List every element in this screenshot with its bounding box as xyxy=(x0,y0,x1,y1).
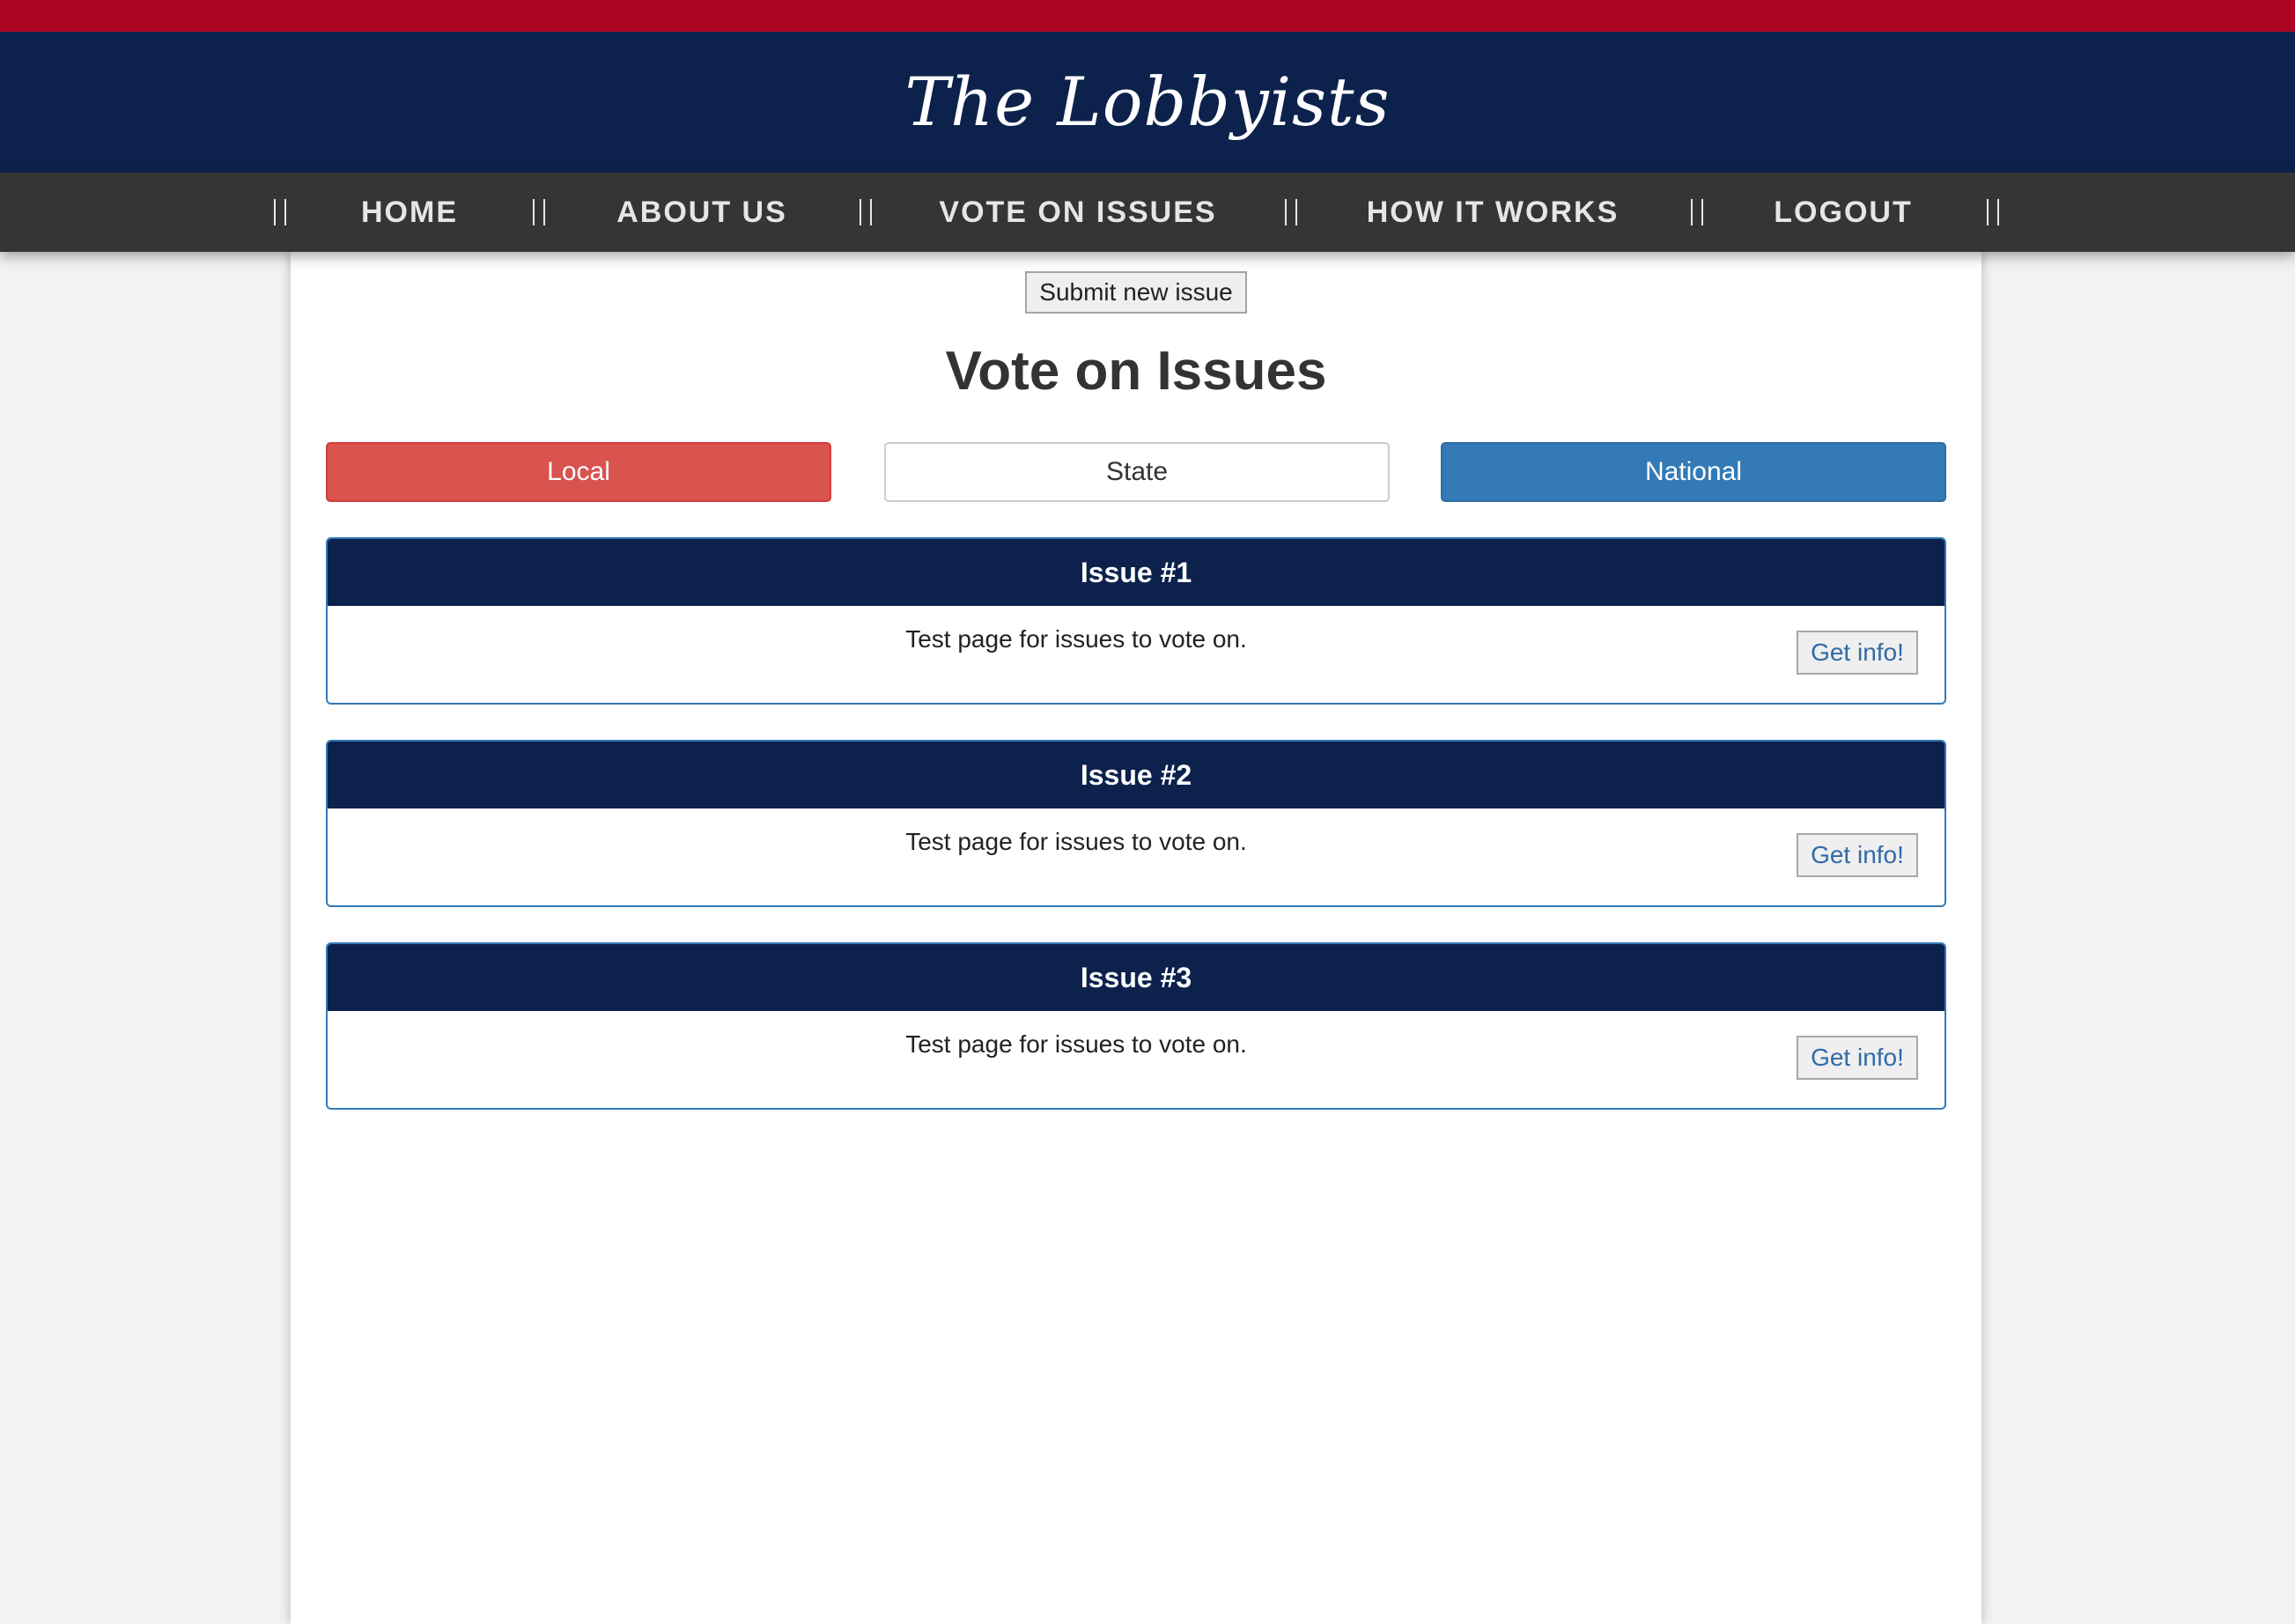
nav-separator xyxy=(1285,199,1297,225)
issue-panel: Issue #3 Test page for issues to vote on… xyxy=(326,942,1946,1110)
page-title: Vote on Issues xyxy=(945,341,1327,402)
issue-description: Test page for issues to vote on. xyxy=(905,625,1247,653)
issue-title: Issue #3 xyxy=(328,944,1944,1011)
nav-item-vote-on-issues[interactable]: VOTE ON ISSUES xyxy=(916,173,1240,252)
main-navbar: HOME ABOUT US VOTE ON ISSUES HOW IT WORK… xyxy=(0,173,2295,252)
nav-separator xyxy=(1987,199,1999,225)
nav-item-about-us[interactable]: ABOUT US xyxy=(581,173,823,252)
issue-title: Issue #1 xyxy=(328,539,1944,606)
nav-separator xyxy=(1691,199,1703,225)
nav-separator xyxy=(274,199,286,225)
site-header: The Lobbyists xyxy=(0,32,2295,173)
nav-item-how-it-works[interactable]: HOW IT WORKS xyxy=(1339,173,1647,252)
issue-panel: Issue #2 Test page for issues to vote on… xyxy=(326,740,1946,907)
nav-item-home[interactable]: HOME xyxy=(317,173,502,252)
get-info-button[interactable]: Get info! xyxy=(1797,631,1918,675)
filter-state-button[interactable]: State xyxy=(884,442,1390,502)
get-info-button[interactable]: Get info! xyxy=(1797,1036,1918,1080)
filter-national-button[interactable]: National xyxy=(1441,442,1946,502)
submit-new-issue-button[interactable]: Submit new issue xyxy=(1025,271,1247,314)
main-content: Submit new issue Vote on Issues Local St… xyxy=(291,252,1981,1624)
top-accent-stripe xyxy=(0,0,2295,32)
issue-description: Test page for issues to vote on. xyxy=(905,828,1247,855)
issue-title: Issue #2 xyxy=(328,742,1944,808)
nav-item-logout[interactable]: LOGOUT xyxy=(1753,173,1934,252)
filter-local-button[interactable]: Local xyxy=(326,442,831,502)
site-logo[interactable]: The Lobbyists xyxy=(0,32,2295,173)
nav-separator xyxy=(860,199,872,225)
issue-panel: Issue #1 Test page for issues to vote on… xyxy=(326,537,1946,705)
issue-description: Test page for issues to vote on. xyxy=(905,1030,1247,1058)
nav-separator xyxy=(533,199,545,225)
get-info-button[interactable]: Get info! xyxy=(1797,833,1918,877)
